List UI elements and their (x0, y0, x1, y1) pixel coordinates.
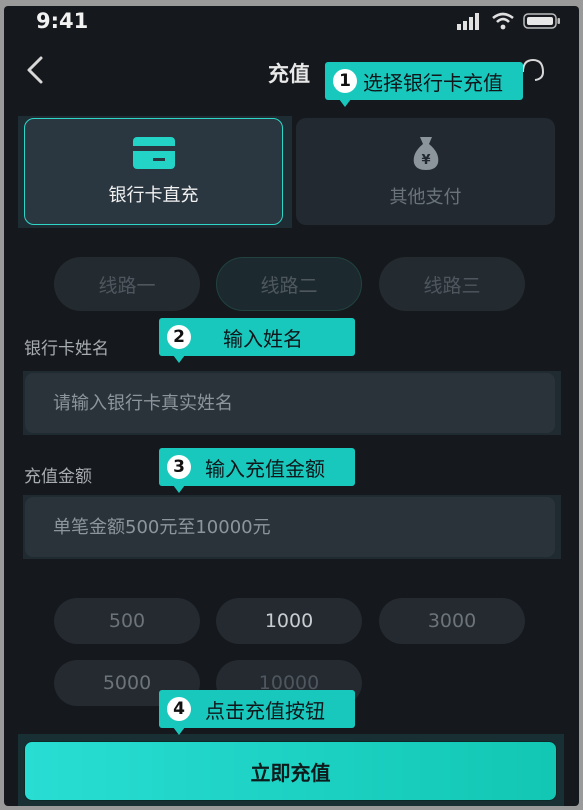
callout-text: 输入姓名 (223, 326, 303, 351)
amount-value: 500 (108, 610, 146, 632)
route-2-button[interactable]: 线路二 (216, 257, 362, 311)
callout-text: 点击充值按钮 (205, 698, 325, 723)
submit-label: 立即充值 (250, 760, 331, 785)
svg-text:¥: ¥ (421, 153, 430, 168)
pay-method-bank-card[interactable]: 银行卡直充 (24, 118, 283, 225)
step-number: 4 (167, 697, 191, 721)
recharge-submit-button[interactable]: 立即充值 (24, 741, 557, 801)
amount-field-label: 充值金额 (24, 467, 92, 487)
signal-icon (457, 13, 479, 30)
pay-method-label: 银行卡直充 (108, 184, 199, 206)
callout-text: 选择银行卡充值 (363, 70, 503, 95)
step-number: 3 (167, 455, 191, 479)
amount-option-3000[interactable]: 3000 (379, 598, 525, 644)
amount-value: 1000 (264, 610, 314, 632)
name-input[interactable] (25, 373, 555, 433)
route-label: 线路一 (98, 274, 156, 297)
bank-card-icon (132, 136, 175, 169)
callout-text: 输入充值金额 (205, 456, 325, 481)
route-label: 线路二 (260, 274, 318, 297)
callout-step-3: 3 输入充值金额 (159, 448, 355, 493)
amount-value: 3000 (427, 610, 477, 632)
status-icons (457, 12, 561, 30)
amount-option-500[interactable]: 500 (54, 598, 200, 644)
step-number: 2 (167, 325, 191, 349)
callout-step-4: 4 点击充值按钮 (159, 690, 355, 735)
pay-method-label: 其他支付 (389, 186, 462, 208)
amount-option-1000[interactable]: 1000 (216, 598, 362, 644)
route-label: 线路三 (423, 274, 481, 297)
wifi-icon (492, 12, 514, 30)
route-1-button[interactable]: 线路一 (54, 257, 200, 311)
callout-step-1: 1 选择银行卡充值 (325, 62, 523, 107)
step-number: 1 (333, 69, 357, 93)
callout-step-2: 2 输入姓名 (159, 318, 355, 363)
amount-value: 5000 (102, 672, 152, 694)
amount-input[interactable] (25, 497, 555, 557)
money-bag-icon: ¥ (413, 136, 438, 170)
pay-method-other[interactable]: ¥ 其他支付 (296, 118, 555, 225)
back-icon[interactable] (22, 52, 52, 88)
app-screen: 9:41 充值 银行卡直充 ¥ 其他支付 1 选择银行卡充值 线路一 线路二 线… (4, 6, 579, 806)
battery-icon (523, 13, 560, 29)
page-title: 充值 (268, 62, 310, 86)
status-time: 9:41 (36, 9, 89, 33)
name-field-label: 银行卡姓名 (24, 339, 109, 359)
route-3-button[interactable]: 线路三 (379, 257, 525, 311)
